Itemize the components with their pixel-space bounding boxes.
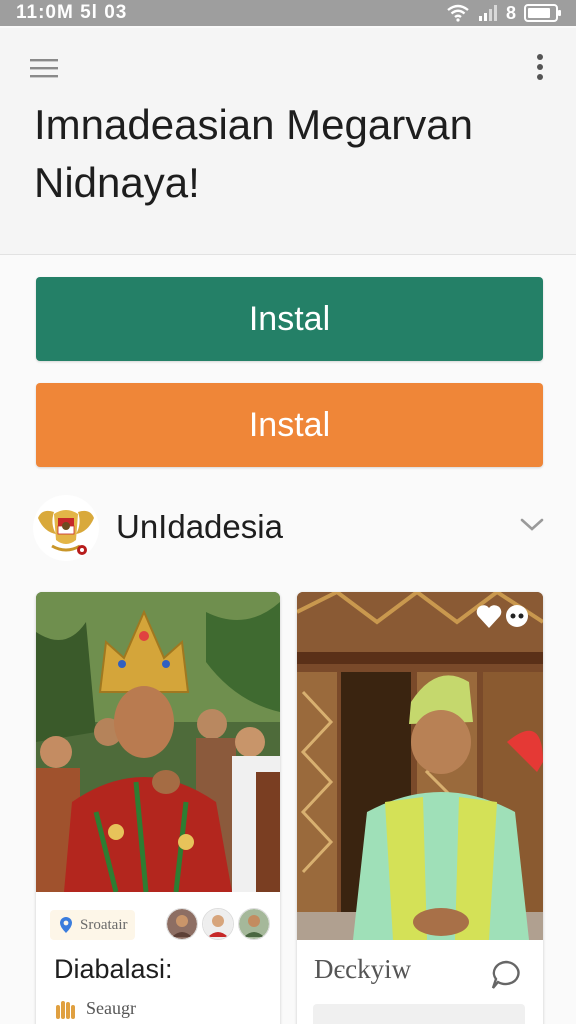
card-tag-row: Sroatair bbox=[50, 908, 136, 942]
content-card[interactable]: Sroatair Diabalasi: Seaugr bbox=[36, 592, 280, 1024]
garuda-emblem-icon bbox=[33, 495, 99, 561]
content-card[interactable]: Dєckyiw bbox=[297, 592, 543, 1024]
category-tag[interactable]: Sroatair bbox=[50, 910, 136, 940]
battery-icon bbox=[524, 4, 561, 22]
tag-label: Sroatair bbox=[80, 916, 128, 933]
card-footer-bar bbox=[313, 1004, 525, 1024]
hamburger-menu-icon[interactable] bbox=[28, 56, 60, 80]
status-icons: 8 bbox=[446, 3, 562, 24]
avatar-group bbox=[166, 908, 270, 940]
card-photo-man-crown bbox=[36, 592, 280, 892]
heart-icon[interactable] bbox=[475, 602, 531, 632]
avatar bbox=[166, 908, 198, 940]
wifi-icon bbox=[447, 4, 469, 22]
section-title: UnIdadesia bbox=[116, 508, 283, 545]
card-subtitle-row: Seaugr bbox=[54, 998, 136, 1019]
app-header: Imnadeasian Megarvan Nidnaya! bbox=[0, 28, 576, 255]
status-bar: 11:0M 5l 03 8 bbox=[0, 0, 576, 26]
hand-icon bbox=[56, 1000, 75, 1019]
page-title: Imnadeasian Megarvan Nidnaya! bbox=[34, 101, 473, 206]
status-time: 11:0M 5l 03 bbox=[16, 2, 128, 23]
card-title: Diabalasi: bbox=[54, 954, 173, 984]
avatar bbox=[238, 908, 270, 940]
avatar bbox=[202, 908, 234, 940]
install-button-secondary[interactable]: Instal bbox=[36, 383, 543, 467]
card-photo-man-green-outfit bbox=[297, 592, 543, 940]
section-header[interactable]: UnIdadesia bbox=[0, 490, 576, 568]
chevron-down-icon[interactable] bbox=[518, 514, 546, 534]
app-screen: 11:0M 5l 03 8 Imnadeasian Megarvan Nidna… bbox=[0, 0, 576, 1024]
install-button-primary[interactable]: Instal bbox=[36, 277, 543, 361]
card-title: Dєckyiw bbox=[314, 954, 412, 984]
card-subtitle: Seaugr bbox=[86, 998, 136, 1018]
signal-icon bbox=[478, 5, 497, 21]
comment-icon[interactable] bbox=[489, 958, 523, 992]
pin-icon bbox=[60, 917, 72, 933]
more-options-icon[interactable] bbox=[528, 52, 552, 82]
battery-number: 8 bbox=[505, 2, 516, 23]
